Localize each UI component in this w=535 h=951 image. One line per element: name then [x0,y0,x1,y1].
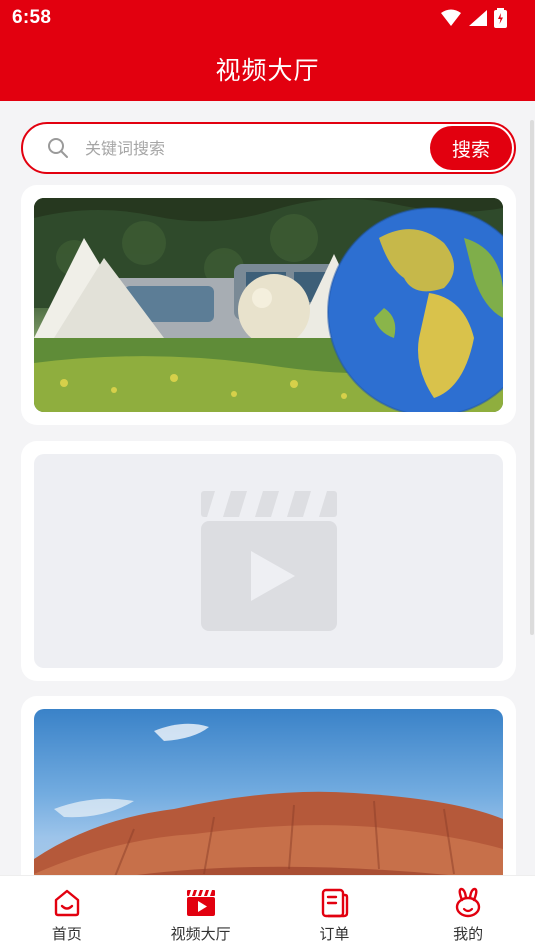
video-card[interactable] [21,185,516,425]
page-title: 视频大厅 [215,55,320,85]
video-thumbnail[interactable] [34,198,503,412]
search-box: 搜索 [21,122,516,174]
video-card[interactable] [21,696,516,875]
status-bar: 6:58 [0,0,535,36]
tab-label: 首页 [51,925,82,943]
thumbnail-scene [34,723,503,875]
rabbit-icon [455,887,481,918]
search-icon [48,138,68,158]
thumbnail-scene [34,198,503,412]
tab-label: 视频大厅 [170,925,231,943]
tab-mine[interactable]: 我的 [401,876,535,951]
app-header: 视频大厅 [0,36,535,101]
tab-label: 我的 [453,925,484,943]
tab-home[interactable]: 首页 [0,876,134,951]
video-card[interactable] [21,441,516,681]
tab-video-hall[interactable]: 视频大厅 [134,876,268,951]
tab-orders[interactable]: 订单 [268,876,402,951]
wifi-icon [441,9,461,26]
video-placeholder[interactable] [34,454,503,668]
cell-signal-icon [469,10,487,26]
scrollbar[interactable] [530,120,534,635]
home-icon [54,889,80,917]
video-icon [186,890,215,916]
tab-label: 订单 [319,925,350,943]
app-root: 6:58 视频大厅 搜索 [0,0,535,951]
video-placeholder-icon [200,491,337,631]
order-icon [322,888,349,918]
video-feed[interactable] [0,185,535,875]
video-thumbnail[interactable] [34,709,503,875]
battery-icon [494,8,507,28]
status-time: 6:58 [12,7,52,28]
search-button[interactable]: 搜索 [430,126,512,170]
bottom-tab-bar: 首页 视频大厅 订单 我的 [0,875,535,951]
search-area: 搜索 [0,101,535,185]
status-icons [440,8,507,28]
search-input[interactable] [83,132,423,164]
